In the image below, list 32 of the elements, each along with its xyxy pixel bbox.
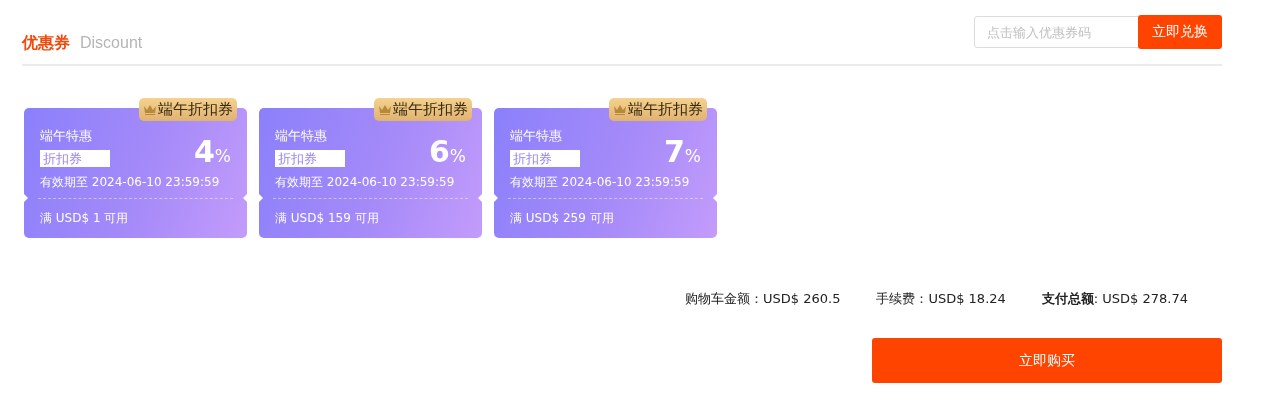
coupon-condition: 满 USD$ 159 可用 (274, 210, 380, 227)
discount-value: 7 (663, 134, 685, 169)
percent-sign: % (214, 146, 231, 166)
percent-sign: % (449, 146, 466, 166)
coupon-code-field[interactable]: 点击输入优惠券码 (974, 16, 1139, 48)
validity-text: 有效期至 2024-06-10 23:59:59 (275, 174, 456, 191)
coupon-condition: 满 USD$ 259 可用 (509, 210, 615, 227)
summary-amount: 支付总额: USD$ 278.74 (1041, 290, 1188, 308)
coupon-tag: 端午折扣券 (609, 98, 707, 121)
crown-icon (143, 104, 157, 115)
buy-now-button[interactable]: 立即购买 (872, 338, 1222, 383)
section-subtitle: Discount (80, 34, 143, 52)
coupon-name: 端午特惠 (275, 127, 328, 145)
coupon-tag: 端午折扣券 (374, 98, 472, 121)
section-title: 优惠券 (22, 33, 70, 54)
coupon-condition: 满 USD$ 1 可用 (39, 210, 130, 227)
crown-icon (613, 104, 627, 115)
discount-value: 4 (193, 134, 215, 169)
crown-icon (378, 104, 392, 115)
percent-sign: % (684, 146, 701, 166)
coupon-name: 端午特惠 (40, 127, 93, 145)
summary-amount: 手续费：USD$ 18.24 (876, 290, 1006, 308)
coupon-name: 端午特惠 (510, 127, 563, 145)
discount-value: 6 (428, 134, 450, 169)
coupon-tag: 端午折扣券 (139, 98, 237, 121)
summary-amount: 购物车金额：USD$ 260.5 (685, 290, 841, 308)
coupon-type: 折扣券 (510, 150, 580, 167)
validity-text: 有效期至 2024-06-10 23:59:59 (510, 174, 691, 191)
redeem-button[interactable]: 立即兑换 (1138, 15, 1222, 49)
coupon-type: 折扣券 (40, 150, 110, 167)
coupon-type: 折扣券 (275, 150, 345, 167)
validity-text: 有效期至 2024-06-10 23:59:59 (40, 174, 221, 191)
